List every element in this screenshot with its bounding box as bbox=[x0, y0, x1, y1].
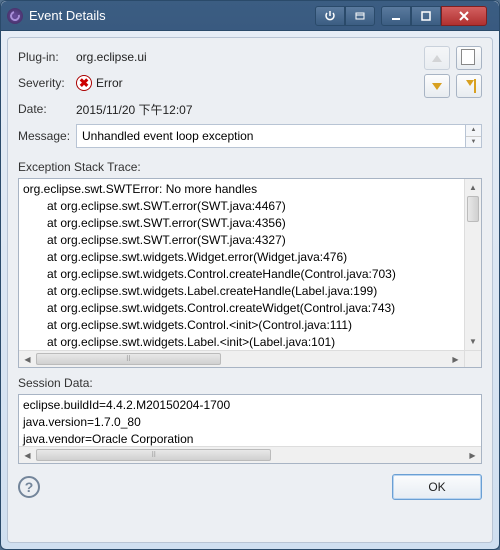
horizontal-scrollbar[interactable]: ◀ ⠿ ▶ bbox=[19, 350, 481, 367]
session-data-box[interactable]: eclipse.buildId=4.4.2.M20150204-1700 jav… bbox=[18, 394, 482, 464]
titlebar[interactable]: Event Details bbox=[1, 1, 499, 31]
session-line: java.version=1.7.0_80 bbox=[23, 414, 477, 431]
dialog-content: Plug-in: org.eclipse.ui Severity: ✖ Erro… bbox=[7, 37, 493, 543]
copy-button[interactable] bbox=[456, 46, 482, 70]
stack-trace-label: Exception Stack Trace: bbox=[18, 160, 482, 174]
arrow-down-icon bbox=[432, 83, 442, 90]
stack-line: org.eclipse.swt.SWTError: No more handle… bbox=[23, 181, 463, 198]
tool-button-1[interactable] bbox=[315, 6, 345, 26]
message-label: Message: bbox=[18, 129, 76, 143]
previous-event-button[interactable] bbox=[424, 46, 450, 70]
ok-button[interactable]: OK bbox=[392, 474, 482, 500]
tool-button-2[interactable] bbox=[345, 6, 375, 26]
stack-line: at org.eclipse.swt.widgets.Control.creat… bbox=[23, 300, 463, 317]
eclipse-icon bbox=[7, 8, 23, 24]
scroll-up-icon: ▲ bbox=[465, 179, 481, 196]
error-icon: ✖ bbox=[76, 75, 92, 91]
message-spinner[interactable]: ▲ ▼ bbox=[466, 124, 482, 148]
scroll-thumb[interactable]: ⠿ bbox=[36, 353, 221, 365]
stack-trace-box[interactable]: org.eclipse.swt.SWTError: No more handle… bbox=[18, 178, 482, 368]
plugin-value: org.eclipse.ui bbox=[76, 50, 418, 64]
goto-last-button[interactable] bbox=[456, 74, 482, 98]
help-button[interactable]: ? bbox=[18, 476, 40, 498]
goto-icon bbox=[462, 79, 476, 93]
session-data-label: Session Data: bbox=[18, 376, 482, 390]
message-field[interactable] bbox=[76, 124, 466, 148]
next-event-button[interactable] bbox=[424, 74, 450, 98]
stack-line: at org.eclipse.swt.SWT.error(SWT.java:44… bbox=[23, 198, 463, 215]
scroll-thumb[interactable] bbox=[467, 196, 479, 222]
stack-line: at org.eclipse.swt.widgets.Label.createH… bbox=[23, 283, 463, 300]
date-label: Date: bbox=[18, 102, 76, 116]
scroll-left-icon: ◀ bbox=[19, 447, 36, 463]
session-line: java.vendor=Oracle Corporation bbox=[23, 431, 477, 446]
spinner-down-icon: ▼ bbox=[466, 137, 481, 148]
maximize-button[interactable] bbox=[411, 6, 441, 26]
scroll-right-icon: ▶ bbox=[447, 351, 464, 367]
session-line: eclipse.buildId=4.4.2.M20150204-1700 bbox=[23, 397, 477, 414]
minimize-button[interactable] bbox=[381, 6, 411, 26]
scroll-thumb[interactable]: ⠿ bbox=[36, 449, 271, 461]
stack-line: at org.eclipse.swt.widgets.Control.<init… bbox=[23, 317, 463, 334]
spinner-up-icon: ▲ bbox=[466, 125, 481, 137]
stack-line: at org.eclipse.swt.widgets.Label.<init>(… bbox=[23, 334, 463, 350]
horizontal-scrollbar[interactable]: ◀ ⠿ ▶ bbox=[19, 446, 481, 463]
scroll-down-icon: ▼ bbox=[465, 333, 481, 350]
copy-icon bbox=[463, 51, 475, 65]
stack-line: at org.eclipse.swt.SWT.error(SWT.java:43… bbox=[23, 215, 463, 232]
stack-line: at org.eclipse.swt.widgets.Widget.error(… bbox=[23, 249, 463, 266]
help-icon: ? bbox=[25, 479, 34, 495]
stack-line: at org.eclipse.swt.SWT.error(SWT.java:43… bbox=[23, 232, 463, 249]
vertical-scrollbar[interactable]: ▲ ▼ bbox=[464, 179, 481, 350]
plugin-label: Plug-in: bbox=[18, 50, 76, 64]
scroll-right-icon: ▶ bbox=[464, 447, 481, 463]
arrow-up-icon bbox=[432, 55, 442, 62]
close-button[interactable] bbox=[441, 6, 487, 26]
severity-label: Severity: bbox=[18, 76, 76, 90]
date-value: 2015/11/20 下午12:07 bbox=[76, 101, 418, 118]
stack-line: at org.eclipse.swt.widgets.Control.creat… bbox=[23, 266, 463, 283]
scroll-left-icon: ◀ bbox=[19, 351, 36, 367]
severity-value: Error bbox=[96, 76, 123, 90]
event-details-dialog: Event Details Plug-in: bbox=[0, 0, 500, 550]
window-title: Event Details bbox=[29, 8, 315, 23]
